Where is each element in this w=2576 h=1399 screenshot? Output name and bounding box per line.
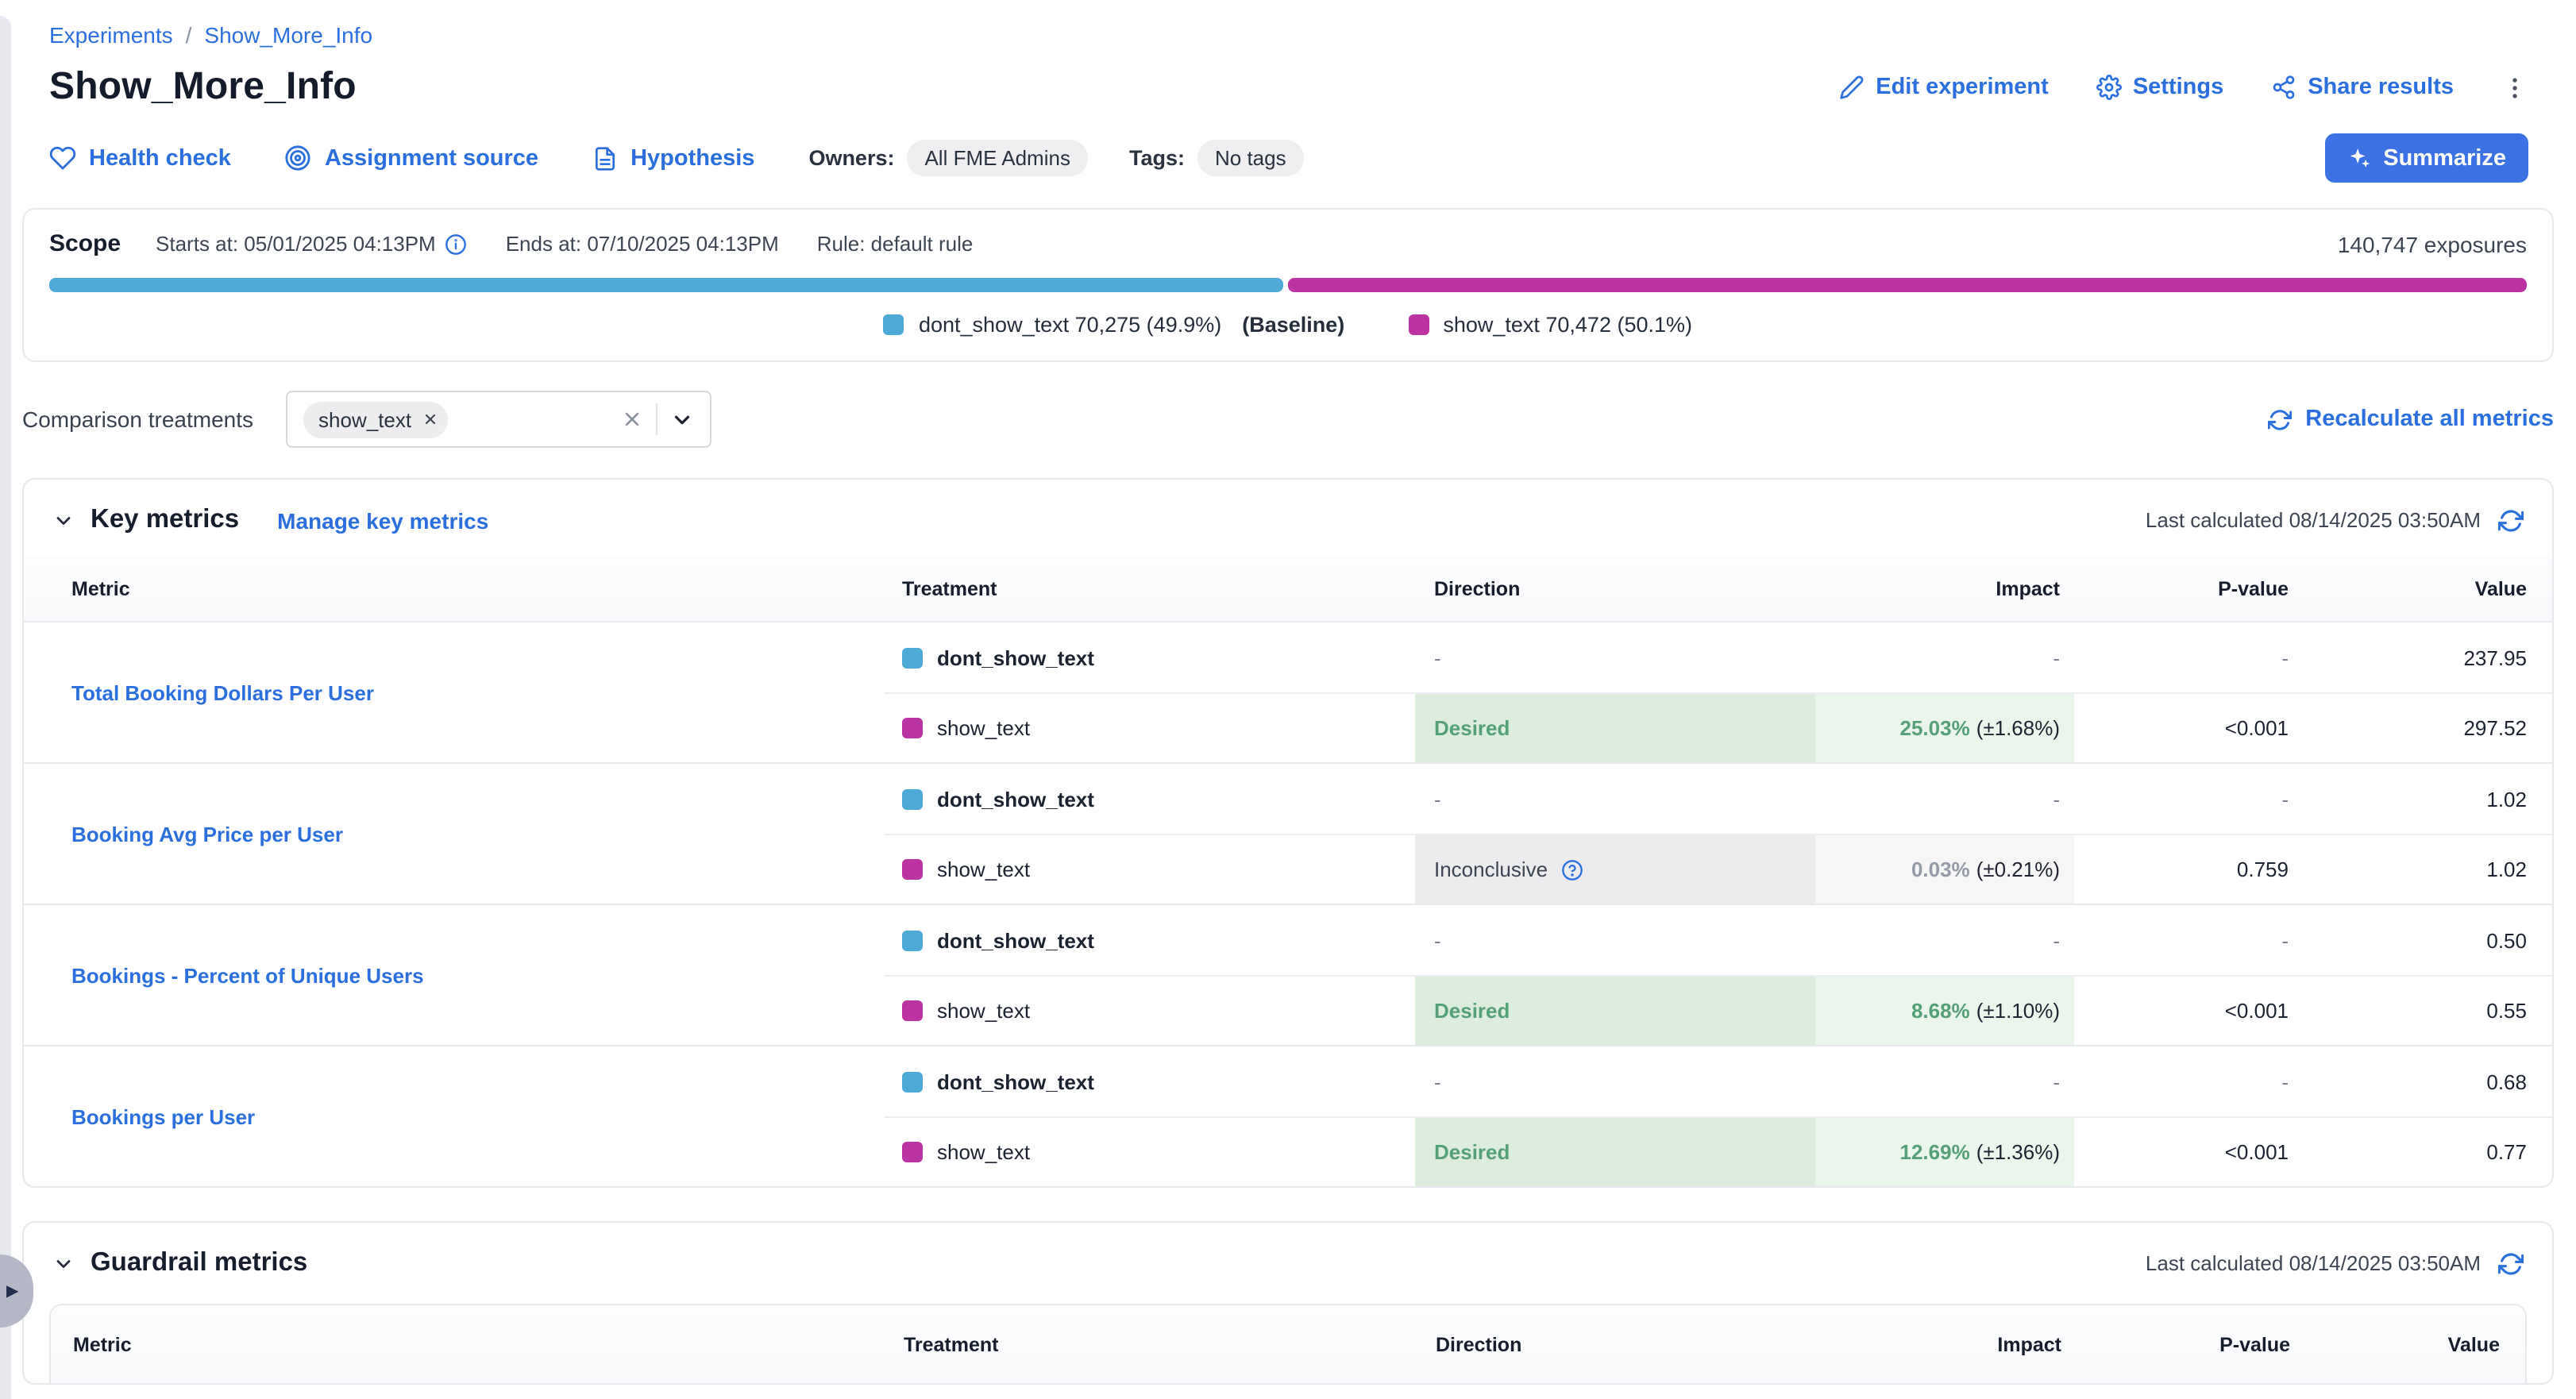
- direction-badge: Desired: [1415, 1118, 1815, 1186]
- treatment-swatch: [902, 718, 923, 738]
- table-row: dont_show_text - - - 0.68: [885, 1046, 2552, 1116]
- share-icon: [2271, 75, 2296, 100]
- last-calculated-text: Last calculated 08/14/2025 03:50AM: [2146, 1251, 2481, 1275]
- document-icon: [592, 145, 618, 171]
- recalculate-all-metrics-button[interactable]: Recalculate all metrics: [2267, 407, 2554, 432]
- treatment-swatch: [902, 859, 923, 880]
- hypothesis-link[interactable]: Hypothesis: [592, 145, 754, 171]
- chip-remove-icon[interactable]: [422, 411, 438, 427]
- manage-key-metrics-link[interactable]: Manage key metrics: [277, 507, 488, 533]
- legend-baseline: dont_show_text 70,275 (49.9%) (Baseline): [884, 313, 1344, 337]
- tags-label: Tags:: [1129, 146, 1185, 170]
- baseline-swatch: [902, 647, 923, 668]
- scope-rule: Rule: default rule: [817, 232, 974, 256]
- owners-pill[interactable]: All FME Admins: [907, 140, 1088, 176]
- metric-group: Bookings per User dont_show_text - - - 0…: [24, 1045, 2552, 1186]
- scope-label: Scope: [49, 230, 121, 257]
- scope-starts-at: Starts at: 05/01/2025 04:13PM: [156, 232, 436, 256]
- exposures-count: 140,747 exposures: [2338, 231, 2527, 256]
- direction-badge: Desired: [1415, 694, 1815, 762]
- key-metrics-title: Key metrics: [91, 505, 239, 535]
- direction-badge: Desired: [1415, 977, 1815, 1045]
- pencil-icon: [1839, 75, 1865, 100]
- tags-pill[interactable]: No tags: [1197, 140, 1304, 176]
- breadcrumb-experiments-link[interactable]: Experiments: [49, 22, 173, 48]
- target-icon: [285, 145, 312, 172]
- table-row: dont_show_text - - - 1.02: [885, 764, 2552, 834]
- edit-experiment-button[interactable]: Edit experiment: [1839, 75, 2049, 100]
- chevron-down-icon[interactable]: [669, 407, 693, 431]
- last-calculated-text: Last calculated 08/14/2025 03:50AM: [2146, 508, 2481, 532]
- treatment-chip[interactable]: show_text: [303, 401, 448, 437]
- clear-selection-icon[interactable]: [620, 408, 642, 430]
- collapse-chevron-icon[interactable]: [52, 1252, 75, 1274]
- sparkle-icon: [2347, 146, 2370, 170]
- refresh-icon: [2267, 407, 2291, 431]
- breadcrumb: Experiments / Show_More_Info: [0, 22, 2576, 48]
- scope-section: Scope Starts at: 05/01/2025 04:13PM Ends…: [22, 208, 2554, 362]
- assignment-source-link[interactable]: Assignment source: [285, 145, 538, 172]
- key-metrics-card: Key metrics Manage key metrics Last calc…: [22, 478, 2554, 1188]
- treatment-bar-segment: [1288, 278, 2527, 292]
- treatment-swatch: [1408, 314, 1429, 335]
- page-title: Show_More_Info: [49, 65, 357, 110]
- treatment-swatch: [902, 1142, 923, 1162]
- comparison-treatments-select[interactable]: show_text: [285, 391, 711, 448]
- treatment-split-bar: [49, 278, 2527, 292]
- table-row: show_text Desired 8.68%(±1.10%) <0.001 0…: [885, 975, 2552, 1045]
- guardrail-metrics-title: Guardrail metrics: [91, 1248, 307, 1278]
- table-row: show_text Inconclusive 0.03%(±0.21%) 0.7…: [885, 834, 2552, 904]
- gear-icon: [2096, 75, 2122, 100]
- metric-group: Total Booking Dollars Per User dont_show…: [24, 622, 2552, 762]
- table-row: show_text Desired 12.69%(±1.36%) <0.001 …: [885, 1116, 2552, 1186]
- owners-label: Owners:: [808, 146, 894, 170]
- more-options-kebab-icon[interactable]: [2501, 74, 2528, 101]
- refresh-icon[interactable]: [2498, 507, 2524, 533]
- breadcrumb-current-link[interactable]: Show_More_Info: [204, 22, 372, 48]
- guardrail-table: Metric Treatment Direction Impact P-valu…: [49, 1304, 2527, 1383]
- legend-treatment: show_text 70,472 (50.1%): [1408, 313, 1692, 337]
- direction-badge: Inconclusive: [1415, 835, 1815, 904]
- collapse-chevron-icon[interactable]: [52, 509, 75, 531]
- refresh-icon[interactable]: [2498, 1251, 2524, 1276]
- expand-arrow-icon: ▶: [6, 1282, 18, 1300]
- metric-group: Booking Avg Price per User dont_show_tex…: [24, 762, 2552, 904]
- metric-link[interactable]: Bookings per User: [24, 1046, 885, 1186]
- table-header: Metric Treatment Direction Impact P-valu…: [51, 1305, 2525, 1383]
- baseline-bar-segment: [49, 278, 1283, 292]
- treatment-swatch: [902, 1000, 923, 1021]
- comparison-treatments-label: Comparison treatments: [22, 407, 253, 432]
- metric-link[interactable]: Bookings - Percent of Unique Users: [24, 905, 885, 1045]
- breadcrumb-separator: /: [186, 22, 192, 48]
- guardrail-metrics-card: Guardrail metrics Last calculated 08/14/…: [22, 1221, 2554, 1385]
- table-row: dont_show_text - - - 0.50: [885, 905, 2552, 975]
- metric-link[interactable]: Booking Avg Price per User: [24, 764, 885, 904]
- health-check-link[interactable]: Health check: [49, 145, 231, 172]
- table-header: Metric Treatment Direction Impact P-valu…: [24, 556, 2552, 622]
- scope-ends-at: Ends at: 07/10/2025 04:13PM: [506, 232, 779, 256]
- share-results-button[interactable]: Share results: [2271, 75, 2454, 100]
- baseline-swatch: [902, 1071, 923, 1092]
- metric-group: Bookings - Percent of Unique Users dont_…: [24, 904, 2552, 1045]
- table-row: show_text Desired 25.03%(±1.68%) <0.001 …: [885, 692, 2552, 762]
- heart-icon: [49, 145, 76, 172]
- settings-button[interactable]: Settings: [2096, 75, 2223, 100]
- metric-link[interactable]: Total Booking Dollars Per User: [24, 622, 885, 762]
- table-row: dont_show_text - - - 237.95: [885, 622, 2552, 692]
- summarize-button[interactable]: Summarize: [2324, 133, 2528, 183]
- baseline-swatch: [902, 788, 923, 809]
- info-icon[interactable]: [445, 233, 468, 255]
- baseline-swatch: [884, 314, 904, 335]
- help-circle-icon[interactable]: [1560, 858, 1583, 881]
- baseline-swatch: [902, 930, 923, 950]
